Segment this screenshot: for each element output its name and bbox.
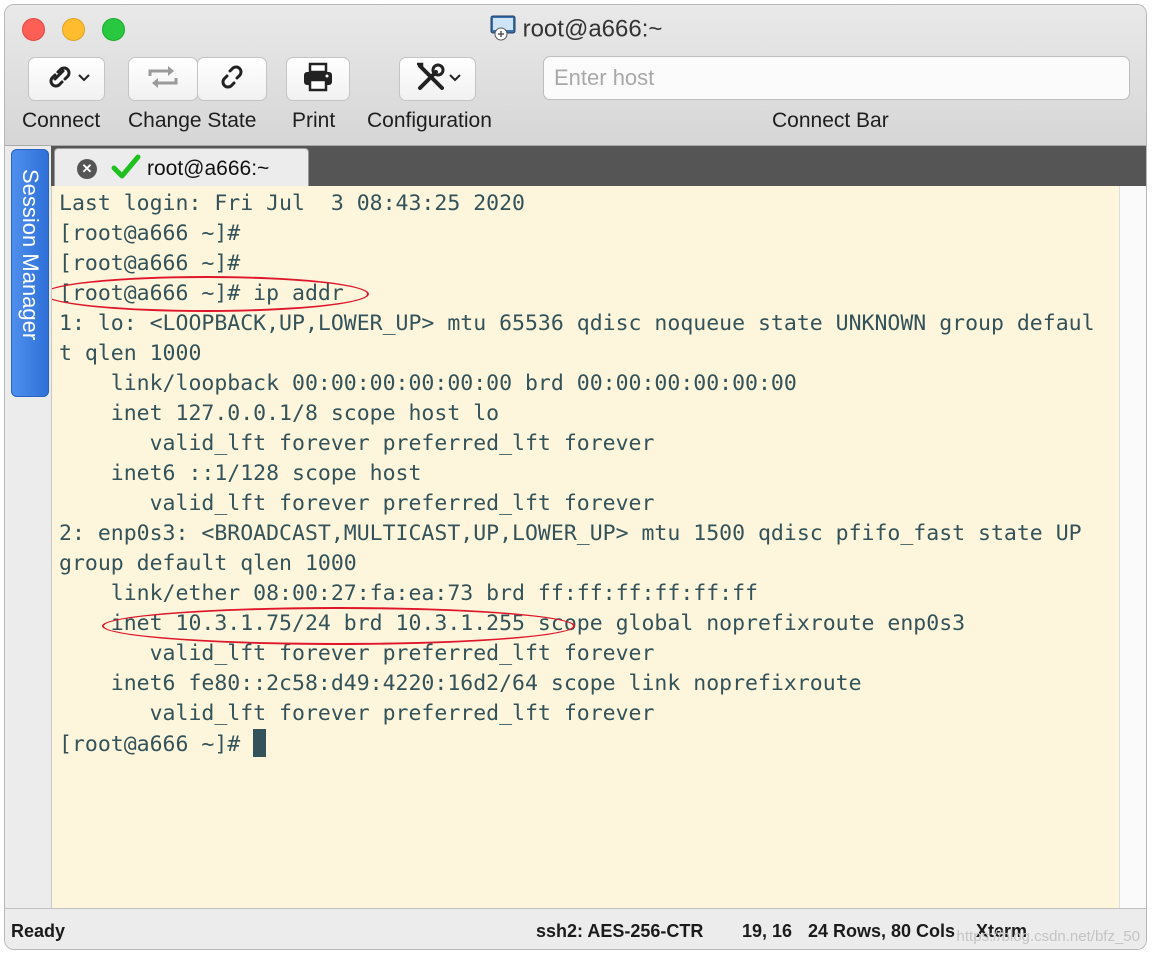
terminal-size: 24 Rows, 80 Cols <box>808 921 956 941</box>
cursor-position: 19, 16 <box>742 921 793 941</box>
check-icon <box>111 153 141 186</box>
terminal-line: valid_lft forever preferred_lft forever <box>59 641 655 666</box>
status-text: Ready <box>11 921 66 941</box>
terminal-output: Last login: Fri Jul 3 08:43:25 2020 [roo… <box>59 189 1095 759</box>
status-bar: Ready ssh2: AES-256-CTR 19, 16 24 Rows, … <box>5 908 1146 949</box>
change-state-label: Change State <box>128 109 257 132</box>
terminal-line: valid_lft forever preferred_lft forever <box>59 491 655 516</box>
app-window: root@a666:~ Connect Change State Print C… <box>4 4 1147 950</box>
terminal-prompt-line: [root@a666 ~]# <box>59 729 1095 759</box>
connect-label: Connect <box>22 109 101 132</box>
terminal-line: Last login: Fri Jul 3 08:43:25 2020 <box>59 191 525 216</box>
watermark-text: https://blog.csdn.net/bfz_50 <box>956 928 1140 945</box>
tools-icon <box>414 61 448 98</box>
terminal-line: [root@a666 ~]# <box>59 221 241 246</box>
print-label: Print <box>292 109 336 132</box>
configuration-label: Configuration <box>367 109 492 132</box>
terminal-line: [root@a666 ~]# <box>59 251 241 276</box>
window-title: root@a666:~ <box>522 15 663 43</box>
reconnect-button[interactable] <box>128 57 198 101</box>
terminal-line: t qlen 1000 <box>59 341 202 366</box>
terminal-line: valid_lft forever preferred_lft forever <box>59 701 655 726</box>
terminal-line: inet6 fe80::2c58:d49:4220:16d2/64 scope … <box>59 671 862 696</box>
print-button[interactable] <box>286 57 350 101</box>
terminal-scrollbar[interactable] <box>1119 186 1146 908</box>
cipher-info: ssh2: AES-256-CTR <box>536 921 704 941</box>
session-tab[interactable]: ✕ root@a666:~ <box>54 148 309 186</box>
title-toolbar: root@a666:~ Connect Change State Print C… <box>5 5 1146 146</box>
configuration-button[interactable] <box>399 57 476 101</box>
chevron-down-icon <box>448 70 462 88</box>
terminal-line: link/loopback 00:00:00:00:00:00 brd 00:0… <box>59 371 797 396</box>
refresh-icon <box>144 62 182 97</box>
close-icon[interactable]: ✕ <box>77 159 97 179</box>
title-area: root@a666:~ <box>5 13 1146 46</box>
terminal-prompt: [root@a666 ~]# <box>59 732 254 757</box>
broken-link-icon <box>215 62 249 97</box>
session-manager-label: Session Manager <box>18 169 43 341</box>
host-input[interactable] <box>543 56 1130 100</box>
session-tab-label: root@a666:~ <box>147 157 270 180</box>
printer-icon <box>301 61 335 98</box>
session-manager-tab[interactable]: Session Manager <box>11 149 49 397</box>
annotation-circle-ip-addr <box>52 276 369 312</box>
terminal-line: link/ether 08:00:27:fa:ea:73 brd ff:ff:f… <box>59 581 758 606</box>
terminal-view[interactable]: Last login: Fri Jul 3 08:43:25 2020 [roo… <box>51 186 1119 908</box>
session-tab-bar: ✕ root@a666:~ <box>51 146 1146 186</box>
terminal-cursor <box>253 729 267 757</box>
terminal-line: 2: enp0s3: <BROADCAST,MULTICAST,UP,LOWER… <box>59 521 1082 546</box>
terminal-line: inet6 ::1/128 scope host <box>59 461 422 486</box>
disconnect-button[interactable] <box>197 57 267 101</box>
terminal-line: group default qlen 1000 <box>59 551 357 576</box>
terminal-line: valid_lft forever preferred_lft forever <box>59 431 655 456</box>
link-icon <box>43 62 77 97</box>
annotation-circle-inet <box>102 607 575 645</box>
terminal-line: 1: lo: <LOOPBACK,UP,LOWER_UP> mtu 65536 … <box>59 311 1095 336</box>
connect-button[interactable] <box>28 57 105 101</box>
chevron-down-icon <box>77 70 91 88</box>
terminal-app-icon <box>489 13 517 46</box>
terminal-line: inet 127.0.0.1/8 scope host lo <box>59 401 500 426</box>
connect-bar-label: Connect Bar <box>772 109 889 132</box>
